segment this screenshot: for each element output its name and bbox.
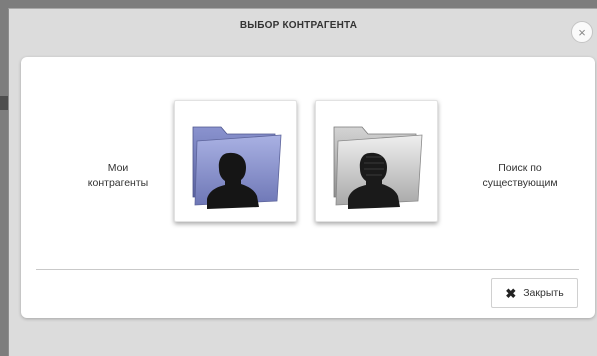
my-contractors-text-1: Мои (107, 162, 129, 174)
close-button[interactable]: ✖ Закрыть (491, 278, 578, 308)
user-folder-blue-icon (192, 126, 282, 209)
dialog-title: ВЫБОР КОНТРАГЕНТА (239, 20, 358, 31)
my-contractors-text-2: контрагенты (87, 177, 149, 189)
search-existing-text-2: существующим (482, 177, 558, 189)
close-icon: × (578, 24, 586, 40)
search-existing-label[interactable]: Поиск по существующим (457, 161, 583, 191)
search-existing-tile[interactable] (315, 100, 438, 222)
close-button-label: Закрыть (523, 287, 564, 299)
search-existing-text-1: Поиск по (498, 162, 542, 174)
dialog-close-button[interactable]: × (571, 21, 593, 43)
window-edge-marker (0, 96, 8, 110)
my-contractors-tile[interactable] (174, 100, 297, 222)
footer-divider (36, 269, 579, 270)
dialog-panel: Мои контрагенты Поиск по существующим ✖ … (21, 57, 595, 318)
user-folder-gray-icon (333, 126, 423, 209)
close-x-icon: ✖ (505, 285, 517, 301)
my-contractors-label[interactable]: Мои контрагенты (58, 161, 178, 191)
